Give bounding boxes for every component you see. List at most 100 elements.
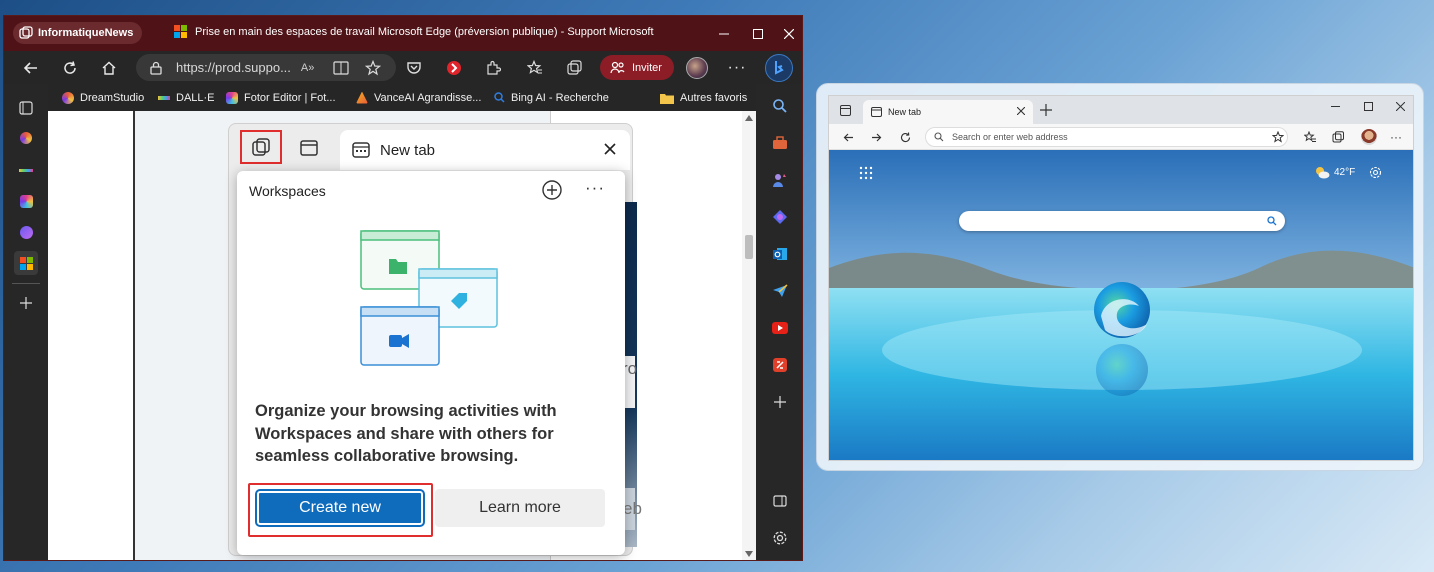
workspaces-icon (19, 26, 33, 40)
outlook-icon[interactable] (768, 242, 792, 266)
people-icon (610, 61, 625, 74)
bing-copilot-icon[interactable] (765, 54, 793, 82)
favorite-item[interactable]: VanceAI Agrandisse... (356, 84, 481, 111)
scroll-up-icon[interactable] (745, 115, 753, 121)
extensions-icon[interactable] (481, 56, 505, 80)
drop-icon[interactable] (768, 279, 792, 303)
learn-more-button[interactable]: Learn more (435, 489, 605, 527)
popup-new-tab[interactable]: New tab (340, 130, 630, 170)
youtube-icon[interactable] (768, 316, 792, 340)
folder-icon (660, 92, 674, 104)
profile-avatar[interactable] (1361, 129, 1377, 145)
add-sidebar-app-icon[interactable] (768, 390, 792, 414)
close-window-button[interactable] (1396, 102, 1405, 111)
new-tab-icon[interactable] (1040, 104, 1052, 116)
forward-icon[interactable] (867, 124, 885, 150)
tab-favicon-microsoft-icon[interactable] (14, 251, 38, 275)
second-window-tab-label: New tab (888, 107, 922, 117)
collections-icon[interactable] (1329, 124, 1347, 150)
divider (12, 283, 40, 284)
close-window-button[interactable] (772, 16, 802, 51)
toolbar: https://prod.suppo... A» Inviter ··· (4, 51, 802, 84)
refresh-icon[interactable] (896, 124, 914, 150)
favorite-label: Fotor Editor | Fot... (244, 91, 336, 104)
hide-sidebar-icon[interactable] (768, 489, 792, 513)
more-options-icon[interactable]: ··· (585, 178, 605, 198)
search-icon (494, 92, 505, 103)
dreamstudio-icon (62, 91, 74, 104)
refresh-icon[interactable] (58, 56, 82, 80)
tools-icon[interactable] (768, 131, 792, 155)
partly-cloudy-icon (1314, 166, 1330, 179)
workspaces-button[interactable] (240, 130, 282, 164)
workspace-name: InformatiqueNews (38, 27, 134, 39)
favorite-item[interactable]: DreamStudio (62, 84, 144, 111)
other-favorites[interactable]: Autres favoris (660, 84, 747, 111)
second-window-tab[interactable]: New tab (863, 100, 1033, 124)
tab-favicon-dreamstudio-icon[interactable] (14, 126, 38, 150)
new-tab-icon[interactable] (14, 291, 38, 315)
add-favorite-icon[interactable] (361, 56, 385, 80)
favorite-label: DALL·E (176, 91, 215, 104)
add-favorite-icon[interactable] (1269, 124, 1287, 150)
lock-icon (150, 61, 162, 75)
create-new-button[interactable]: Create new (255, 489, 425, 527)
immersive-reader-icon[interactable] (329, 56, 353, 80)
scroll-thumb[interactable] (745, 235, 753, 259)
tab-actions-icon[interactable] (14, 96, 38, 120)
invite-label: Inviter (632, 61, 662, 74)
close-icon[interactable] (1017, 107, 1025, 115)
tab-favicon-copilot-icon[interactable] (14, 220, 38, 244)
tab-actions-icon[interactable] (840, 105, 851, 116)
favorite-item[interactable]: Bing AI - Recherche (494, 84, 609, 111)
back-icon[interactable] (19, 56, 43, 80)
back-icon[interactable] (839, 124, 857, 150)
sidebar-settings-icon[interactable] (768, 526, 792, 550)
address-bar[interactable]: https://prod.suppo... A» (136, 54, 396, 81)
favorite-item[interactable]: DALL·E (158, 84, 215, 111)
close-icon[interactable] (604, 143, 616, 155)
maximize-button[interactable] (741, 16, 775, 51)
dalle-icon (158, 95, 170, 100)
workspace-pill[interactable]: InformatiqueNews (13, 22, 143, 44)
article-column: ro eb New tab Workspaces ··· Organize yo… (133, 111, 642, 560)
tab-actions-icon (300, 140, 318, 156)
maximize-button[interactable] (1364, 102, 1373, 111)
new-tab-search-box[interactable] (959, 211, 1285, 231)
workspaces-illustration (359, 229, 501, 369)
vertical-tabs-button[interactable] (289, 130, 329, 166)
home-icon[interactable] (97, 56, 121, 80)
tab-favicon-dalle-icon[interactable] (14, 158, 38, 182)
new-tab-page: 42°F (829, 150, 1413, 460)
minimize-button[interactable] (1331, 102, 1340, 111)
search-icon[interactable] (768, 94, 792, 118)
minimize-button[interactable] (707, 16, 741, 51)
add-workspace-icon[interactable] (541, 179, 563, 201)
invite-button[interactable]: Inviter (600, 55, 674, 80)
apps-launcher-icon[interactable] (859, 166, 873, 180)
collections-icon[interactable] (562, 56, 586, 80)
weather-temp: 42°F (1334, 167, 1356, 178)
favorite-item[interactable]: Fotor Editor | Fot... (226, 84, 336, 111)
scroll-down-icon[interactable] (745, 551, 753, 557)
microsoft-logo-icon (174, 25, 187, 38)
second-window-address-bar[interactable]: Search or enter web address (925, 127, 1288, 147)
favorites-icon[interactable] (1301, 124, 1319, 150)
edge-sidebar (756, 84, 802, 560)
vanceai-icon (356, 91, 368, 104)
pocket-icon[interactable] (402, 56, 426, 80)
games-icon[interactable] (768, 168, 792, 192)
favorites-icon[interactable] (523, 56, 547, 80)
active-tab[interactable]: Prise en main des espaces de travail Mic… (174, 25, 654, 38)
read-aloud-icon[interactable]: A» (301, 62, 314, 74)
tab-favicon-fotor-icon[interactable] (14, 189, 38, 213)
more-options-icon[interactable]: ··· (1387, 124, 1405, 150)
more-options-icon[interactable]: ··· (725, 56, 749, 80)
profile-avatar[interactable] (686, 57, 708, 79)
copilot-icon[interactable] (768, 205, 792, 229)
office-app-icon[interactable] (768, 353, 792, 377)
weather-widget[interactable]: 42°F (1314, 166, 1355, 179)
page-settings-icon[interactable] (1369, 166, 1382, 179)
scrollbar[interactable] (742, 111, 756, 560)
extension-red-icon[interactable] (442, 56, 466, 80)
